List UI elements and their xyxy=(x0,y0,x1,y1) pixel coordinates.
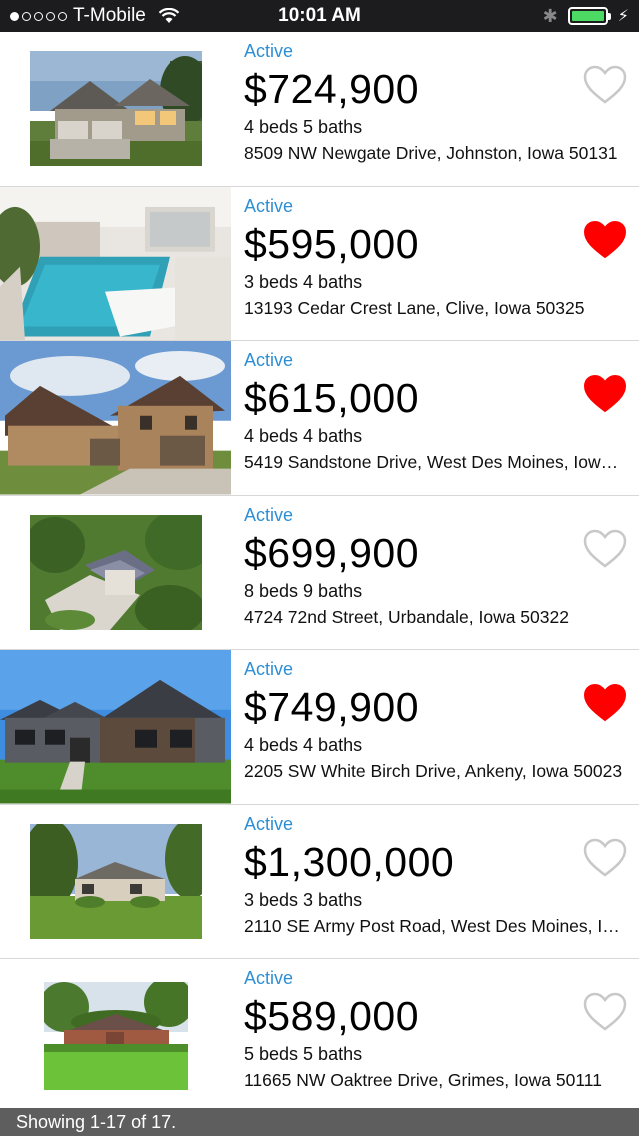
favorite-heart-icon[interactable] xyxy=(583,992,627,1032)
listing-beds-baths: 5 beds 5 baths xyxy=(244,1044,363,1064)
house-photo xyxy=(43,981,188,1090)
listing-status: Active xyxy=(244,195,294,216)
listing-list: Active $724,900 4 beds 5 baths 8509 NW N… xyxy=(0,32,639,1114)
listing-status: Active xyxy=(244,504,294,525)
listing-address: 2205 SW White Birch Drive, Ankeny, Iowa … xyxy=(244,761,623,781)
listing-info: Active $724,900 4 beds 5 baths 8509 NW N… xyxy=(231,32,639,186)
carrier-name: T-Mobile xyxy=(73,5,146,26)
listing-photo[interactable] xyxy=(0,496,231,650)
listing-price: $589,000 xyxy=(244,993,420,1039)
battery-icon xyxy=(567,7,611,25)
favorite-heart-icon[interactable] xyxy=(583,374,627,414)
listing-address: 4724 72nd Street, Urbandale, Iowa 50322 xyxy=(244,606,569,627)
signal-strength-icon xyxy=(10,11,67,21)
listing-row[interactable]: Active $699,900 8 beds 9 baths 4724 72nd… xyxy=(0,496,639,650)
house-photo xyxy=(0,341,231,495)
listing-row[interactable]: Active $749,900 4 beds 4 baths 2205 SW W… xyxy=(0,650,639,805)
listing-info: Active $1,300,000 3 beds 3 baths 2110 SE… xyxy=(231,805,639,959)
listing-beds-baths: 4 beds 4 baths xyxy=(244,426,363,446)
listing-price: $724,900 xyxy=(244,66,420,112)
listing-price: $595,000 xyxy=(244,220,420,267)
listing-info: Active $615,000 4 beds 4 baths 5419 Sand… xyxy=(231,341,639,495)
listing-info: Active $589,000 5 beds 5 baths 11665 NW … xyxy=(231,959,639,1113)
charging-icon: ⚡ xyxy=(617,8,629,25)
listing-photo[interactable] xyxy=(0,32,231,186)
house-photo xyxy=(0,186,231,340)
listing-status: Active xyxy=(244,659,294,679)
listing-status: Active xyxy=(244,41,294,61)
bluetooth-icon: ✱ xyxy=(542,5,558,26)
favorite-heart-icon[interactable] xyxy=(583,683,627,723)
listing-photo[interactable] xyxy=(0,186,231,340)
favorite-heart-icon[interactable] xyxy=(583,529,627,569)
listing-beds-baths: 8 beds 9 baths xyxy=(244,580,363,601)
listing-address: 5419 Sandstone Drive, West Des Moines, I… xyxy=(244,452,624,472)
favorite-heart-icon[interactable] xyxy=(583,220,627,260)
listing-beds-baths: 3 beds 3 baths xyxy=(244,889,363,910)
listing-price: $749,900 xyxy=(244,684,420,730)
listing-address: 13193 Cedar Crest Lane, Clive, Iowa 5032… xyxy=(244,297,585,318)
listing-info: Active $699,900 8 beds 9 baths 4724 72nd… xyxy=(231,496,639,650)
listing-address: 11665 NW Oaktree Drive, Grimes, Iowa 501… xyxy=(244,1070,602,1090)
house-photo xyxy=(0,650,231,804)
listing-photo[interactable] xyxy=(0,341,231,495)
listing-status: Active xyxy=(244,813,294,834)
listing-beds-baths: 4 beds 4 baths xyxy=(244,735,363,755)
status-right: ✱ ⚡ xyxy=(543,6,629,27)
listing-beds-baths: 4 beds 5 baths xyxy=(244,117,363,137)
status-bar: T-Mobile 10:01 AM ✱ ⚡ xyxy=(0,0,639,32)
listing-row[interactable]: Active $595,000 3 beds 4 baths 13193 Ced… xyxy=(0,186,639,341)
house-photo xyxy=(29,514,202,630)
listing-info: Active $595,000 3 beds 4 baths 13193 Ced… xyxy=(231,187,639,341)
listing-price: $1,300,000 xyxy=(244,838,455,885)
house-photo xyxy=(29,51,202,167)
listing-status: Active xyxy=(244,350,294,370)
listing-row[interactable]: Active $589,000 5 beds 5 baths 11665 NW … xyxy=(0,959,639,1114)
favorite-heart-icon[interactable] xyxy=(583,65,627,105)
favorite-heart-icon[interactable] xyxy=(583,838,627,878)
listing-photo[interactable] xyxy=(0,650,231,804)
results-count-footer: Showing 1-17 of 17. xyxy=(0,1108,639,1136)
listing-status: Active xyxy=(244,968,294,988)
listing-info: Active $749,900 4 beds 4 baths 2205 SW W… xyxy=(231,650,639,804)
wifi-icon xyxy=(158,8,180,23)
listing-photo[interactable] xyxy=(0,959,231,1113)
house-photo xyxy=(29,823,202,939)
listing-price: $615,000 xyxy=(244,375,420,421)
listing-row[interactable]: Active $615,000 4 beds 4 baths 5419 Sand… xyxy=(0,341,639,496)
listing-beds-baths: 3 beds 4 baths xyxy=(244,271,363,292)
listing-photo[interactable] xyxy=(0,805,231,959)
status-left: T-Mobile xyxy=(10,5,543,27)
listing-row[interactable]: Active $724,900 4 beds 5 baths 8509 NW N… xyxy=(0,32,639,187)
listing-price: $699,900 xyxy=(244,529,420,576)
listing-address: 8509 NW Newgate Drive, Johnston, Iowa 50… xyxy=(244,143,618,163)
listing-address: 2110 SE Army Post Road, West Des Moines,… xyxy=(244,915,624,936)
listing-row[interactable]: Active $1,300,000 3 beds 3 baths 2110 SE… xyxy=(0,805,639,959)
